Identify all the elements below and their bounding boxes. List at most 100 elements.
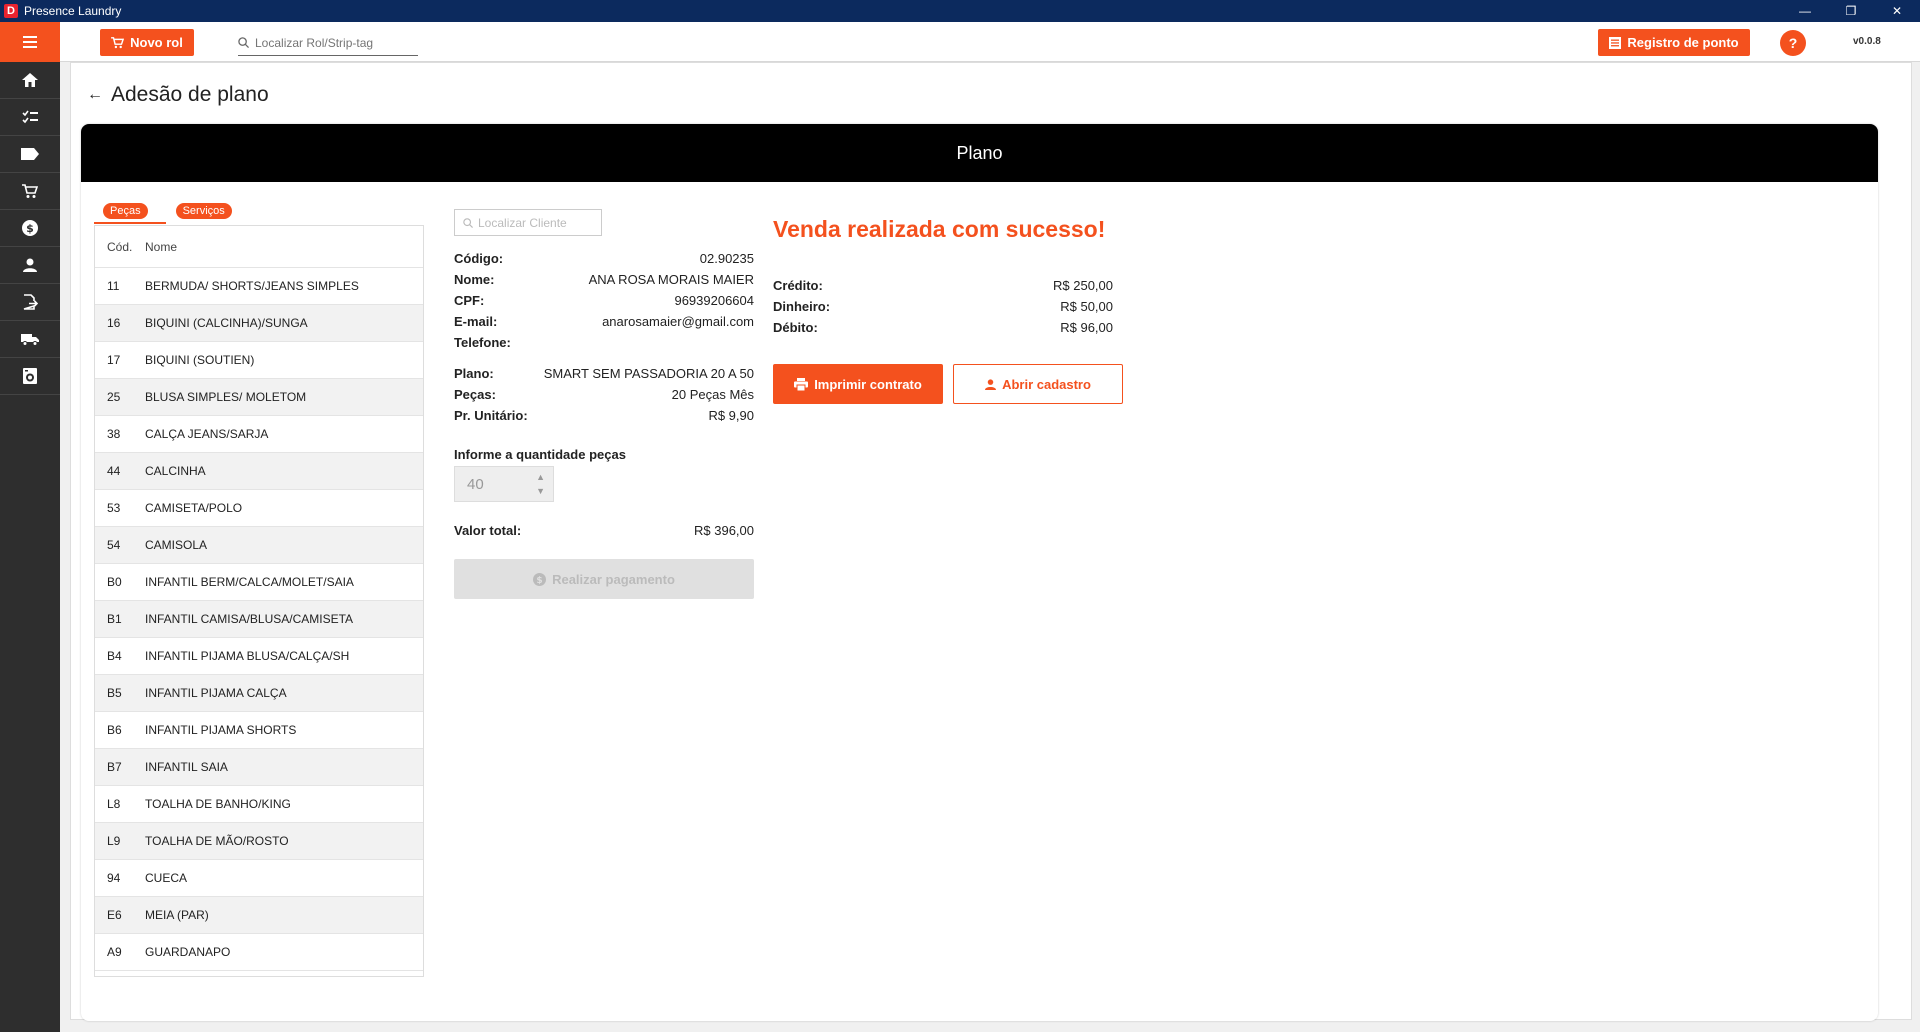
row-code: B5 bbox=[107, 686, 122, 700]
table-row[interactable]: B6 INFANTIL PIJAMA SHORTS bbox=[95, 712, 423, 749]
total-value: R$ 396,00 bbox=[694, 523, 754, 538]
cart-icon bbox=[22, 183, 38, 198]
app-version: v0.0.8 bbox=[1853, 36, 1881, 47]
codigo-row: Código: 02.90235 bbox=[454, 248, 754, 269]
sidebar-item-home[interactable] bbox=[0, 62, 60, 99]
result-actions: Imprimir contrato Abrir cadastro bbox=[773, 364, 1123, 404]
table-row[interactable]: 11 BERMUDA/ SHORTS/JEANS SIMPLES bbox=[95, 268, 423, 305]
registro-de-ponto-button[interactable]: Registro de ponto bbox=[1598, 29, 1750, 56]
minimize-icon[interactable]: — bbox=[1782, 0, 1828, 22]
person-icon bbox=[23, 258, 37, 272]
sidebar-item-cart[interactable] bbox=[0, 173, 60, 210]
sidebar: $ bbox=[0, 22, 60, 1032]
help-icon: ? bbox=[1788, 35, 1798, 51]
telefone-label: Telefone: bbox=[454, 335, 511, 350]
plano-card: Plano Peças Serviços Cód. Nome 11 BERMUDA… bbox=[81, 124, 1878, 1021]
sidebar-item-washer[interactable] bbox=[0, 358, 60, 395]
row-name: TOALHA DE MÃO/ROSTO bbox=[145, 834, 289, 848]
total-row: Valor total: R$ 396,00 bbox=[454, 520, 754, 541]
row-code: B1 bbox=[107, 612, 122, 626]
dinheiro-value: R$ 50,00 bbox=[1060, 299, 1113, 314]
success-message: Venda realizada com sucesso! bbox=[773, 216, 1106, 242]
sidebar-item-delivery[interactable] bbox=[0, 321, 60, 358]
row-name: GUARDANAPO bbox=[145, 945, 231, 959]
table-row[interactable]: 54 CAMISOLA bbox=[95, 527, 423, 564]
table-row[interactable]: B5 INFANTIL PIJAMA CALÇA bbox=[95, 675, 423, 712]
sidebar-item-finance[interactable]: $ bbox=[0, 210, 60, 247]
chevron-up-icon[interactable]: ▲ bbox=[536, 470, 545, 484]
debito-label: Débito: bbox=[773, 320, 818, 335]
cliente-search-placeholder: Localizar Cliente bbox=[478, 215, 567, 230]
nome-label: Nome: bbox=[454, 272, 495, 287]
unit-price-row: Pr. Unitário: R$ 9,90 bbox=[454, 405, 754, 426]
credito-row: Crédito: R$ 250,00 bbox=[773, 275, 1113, 296]
row-code: B6 bbox=[107, 723, 122, 737]
row-code: A9 bbox=[107, 945, 122, 959]
pecas-row: Peças: 20 Peças Mês bbox=[454, 384, 754, 405]
table-row[interactable]: A9 GUARDANAPO bbox=[95, 934, 423, 971]
table-row[interactable]: B7 INFANTIL SAIA bbox=[95, 749, 423, 786]
cliente-search[interactable]: Localizar Cliente bbox=[454, 209, 602, 236]
row-name: BERMUDA/ SHORTS/JEANS SIMPLES bbox=[145, 279, 359, 293]
person-icon bbox=[985, 378, 997, 390]
stepper-arrows: ▲ ▼ bbox=[536, 470, 545, 498]
table-row[interactable]: B0 INFANTIL BERM/CALCA/MOLET/SAIA bbox=[95, 564, 423, 601]
window-title: Presence Laundry bbox=[24, 4, 122, 18]
pecas-value: 20 Peças Mês bbox=[671, 387, 754, 402]
quantity-stepper[interactable]: 40 ▲ ▼ bbox=[454, 466, 554, 502]
abrir-cadastro-button[interactable]: Abrir cadastro bbox=[953, 364, 1123, 404]
novo-rol-button[interactable]: Novo rol bbox=[100, 29, 194, 56]
menu-button[interactable] bbox=[0, 22, 60, 62]
row-name: INFANTIL SAIA bbox=[145, 760, 228, 774]
column-header-code: Cód. bbox=[107, 239, 133, 254]
tab-servicos[interactable]: Serviços bbox=[175, 203, 232, 219]
row-name: TOALHA DE BANHO/KING bbox=[145, 797, 291, 811]
back-arrow-icon[interactable]: ← bbox=[87, 86, 103, 104]
row-code: 17 bbox=[107, 353, 121, 367]
imprimir-contrato-button[interactable]: Imprimir contrato bbox=[773, 364, 943, 404]
unit-price-label: Pr. Unitário: bbox=[454, 408, 528, 423]
realizar-pagamento-label: Realizar pagamento bbox=[552, 571, 675, 587]
chevron-down-icon[interactable]: ▼ bbox=[536, 484, 545, 498]
credito-value: R$ 250,00 bbox=[1053, 278, 1113, 293]
rol-search-input[interactable] bbox=[255, 35, 405, 50]
payment-breakdown: Crédito: R$ 250,00 Dinheiro: R$ 50,00 Débi… bbox=[773, 275, 1113, 338]
table-row[interactable]: B1 INFANTIL CAMISA/BLUSA/CAMISETA bbox=[95, 601, 423, 638]
quantity-value: 40 bbox=[467, 475, 484, 493]
table-row[interactable]: 44 CALCINHA bbox=[95, 453, 423, 490]
table-row[interactable]: 16 BIQUINI (CALCINHA)/SUNGA bbox=[95, 305, 423, 342]
row-code: L8 bbox=[107, 797, 121, 811]
sidebar-item-checklist[interactable] bbox=[0, 99, 60, 136]
table-row[interactable]: E6 MEIA (PAR) bbox=[95, 897, 423, 934]
table-row[interactable]: 25 BLUSA SIMPLES/ MOLETOM bbox=[95, 379, 423, 416]
help-button[interactable]: ? bbox=[1780, 30, 1806, 56]
row-code: B0 bbox=[107, 575, 122, 589]
table-row[interactable]: L8 TOALHA DE BANHO/KING bbox=[95, 786, 423, 823]
main-content: ← Adesão de plano Plano Peças Serviços C… bbox=[70, 62, 1912, 1021]
table-row[interactable]: 94 CUECA bbox=[95, 860, 423, 897]
row-code: 38 bbox=[107, 427, 121, 441]
table-row[interactable]: L9 TOALHA DE MÃO/ROSTO bbox=[95, 823, 423, 860]
codigo-value: 02.90235 bbox=[699, 251, 754, 266]
row-name: INFANTIL BERM/CALCA/MOLET/SAIA bbox=[145, 575, 354, 589]
sidebar-item-reports[interactable] bbox=[0, 284, 60, 321]
table-row[interactable]: 17 BIQUINI (SOUTIEN) bbox=[95, 342, 423, 379]
email-value: anarosamaier@gmail.com bbox=[602, 314, 754, 329]
restore-icon[interactable]: ❐ bbox=[1828, 0, 1874, 22]
row-name: INFANTIL PIJAMA BLUSA/CALÇA/SH bbox=[145, 649, 350, 663]
search-icon bbox=[463, 217, 473, 228]
search-icon bbox=[238, 37, 249, 48]
sidebar-item-tags[interactable] bbox=[0, 136, 60, 173]
dinheiro-label: Dinheiro: bbox=[773, 299, 831, 314]
table-row[interactable]: 53 CAMISETA/POLO bbox=[95, 490, 423, 527]
tab-pecas[interactable]: Peças bbox=[103, 203, 148, 219]
client-plan-panel: Localizar Cliente Código: 02.90235 Nome: A… bbox=[454, 209, 754, 599]
table-row[interactable]: B4 INFANTIL PIJAMA BLUSA/CALÇA/SH bbox=[95, 638, 423, 675]
hamburger-icon bbox=[23, 36, 37, 48]
table-row[interactable]: 38 CALÇA JEANS/SARJA bbox=[95, 416, 423, 453]
pecas-label: Peças: bbox=[454, 387, 496, 402]
close-icon[interactable]: ✕ bbox=[1874, 0, 1920, 22]
sidebar-item-clients[interactable] bbox=[0, 247, 60, 284]
realizar-pagamento-button[interactable]: $ Realizar pagamento bbox=[454, 559, 754, 599]
total-label: Valor total: bbox=[454, 523, 522, 538]
